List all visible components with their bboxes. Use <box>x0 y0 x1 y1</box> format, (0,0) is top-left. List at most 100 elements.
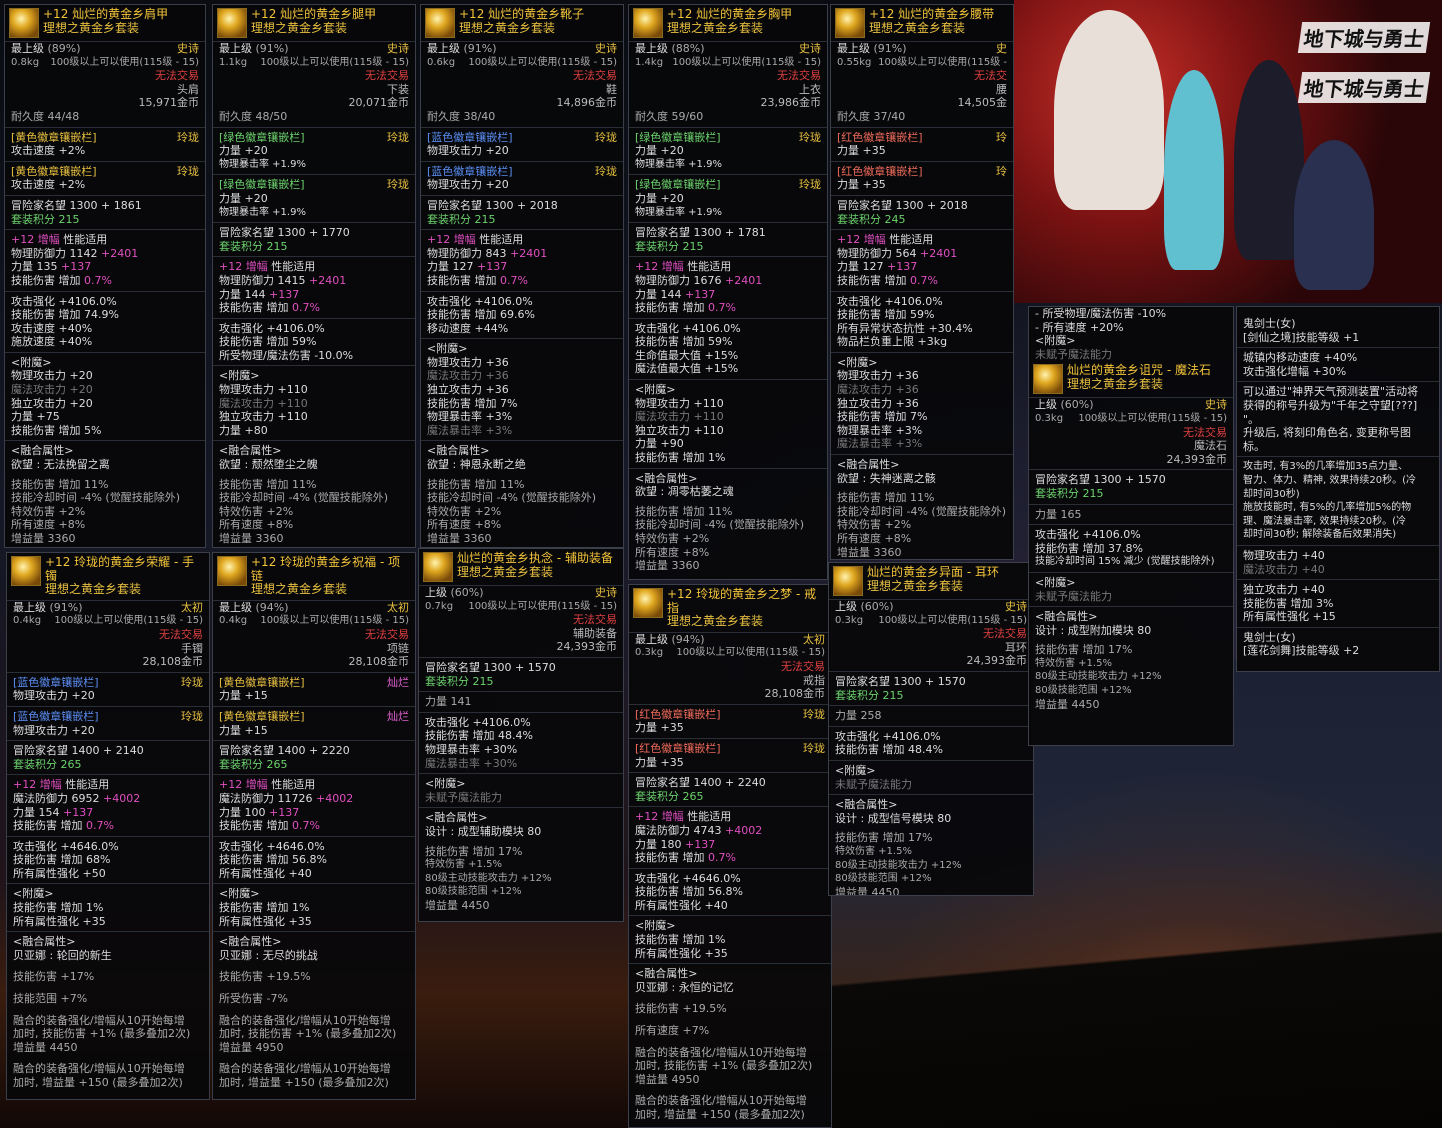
stat: 所有属性强化 +50 <box>13 866 106 880</box>
set-points: 套装积分 215 <box>427 212 496 226</box>
slot-tag: 玲珑 <box>177 130 199 144</box>
fame: 冒险家名望 1400 + 2240 <box>635 776 766 790</box>
stat-bonus: 0.7% <box>86 819 114 833</box>
fusion-stat: 特效伤害 +1.5% <box>835 845 912 857</box>
enchant-header: <附魔> <box>1035 575 1076 589</box>
fusion-stat: 技能冷却时间 -4% (觉醒技能除外) <box>219 491 388 505</box>
tooltip-magic-stone[interactable]: - 所受物理/魔法伤害 -10% - 所有速度 +20% <附魔> 未赋予魔法能… <box>1028 306 1234 746</box>
weight: 0.3kg <box>835 614 864 626</box>
slot-label: [红色徽章镶嵌栏] <box>635 741 721 755</box>
stat: 力量 100 <box>219 805 266 819</box>
item-title: 灿烂的黄金乡异面 - 耳环 <box>867 565 999 579</box>
stat: 攻击强化 +4106.0% <box>425 715 531 729</box>
set-name: 理想之黄金乡套装 <box>45 582 142 597</box>
description: 攻击时, 有3%的几率增加35点力量、 <box>1243 461 1408 473</box>
fusion-name: 设计 : 成型信号模块 80 <box>835 811 952 825</box>
slot-label: [红色徽章镶嵌栏] <box>635 707 721 721</box>
slot-label: [红色徽章镶嵌栏] <box>837 130 923 144</box>
stat: 力量 144 <box>635 287 682 301</box>
enchant: 所有属性强化 +35 <box>635 946 728 960</box>
weight: 0.3kg <box>1035 412 1064 424</box>
set-name: 理想之黄金乡套装 <box>667 614 764 629</box>
grade-pct: (88%) <box>671 42 705 55</box>
amp-desc: 性能适用 <box>65 778 110 792</box>
fame: 冒险家名望 1400 + 2140 <box>13 744 144 758</box>
slot-value: 力量 +15 <box>219 689 268 703</box>
stat-bonus: +137 <box>887 260 918 274</box>
grade-pct: (94%) <box>671 632 705 646</box>
enchant-header: <附魔> <box>11 355 52 369</box>
tooltip-ring[interactable]: +12 玲珑的黄金乡之梦 - 戒指 理想之黄金乡套装 最上级 (94%) 太初 0.… <box>628 584 832 1128</box>
tooltip-chest[interactable]: +12 灿烂的黄金乡胸甲 理想之黄金乡套装 最上级 (88%) 史诗 1.4kg 10… <box>628 4 828 580</box>
stat: 力量 180 <box>635 837 682 851</box>
slot-label: [绿色徽章镶嵌栏] <box>635 178 721 192</box>
fusion-stat: 特效伤害 +1.5% <box>425 859 502 871</box>
stat-bonus: +4002 <box>316 791 354 805</box>
amp-desc: 性能适用 <box>63 233 108 247</box>
grade-pct: (91%) <box>255 42 289 55</box>
level-req: 100级以上可以使用(115级 - 15) <box>676 647 825 659</box>
fusion-stat: 所有速度 +8% <box>219 518 294 532</box>
description: 却时间30秒) <box>1243 488 1300 500</box>
slot-label: [黄色徽章镶嵌栏] <box>11 164 97 178</box>
fusion-header: <融合属性> <box>13 935 76 949</box>
amp-label: +12 增幅 <box>427 233 476 247</box>
stat: 攻击强化 +4106.0% <box>427 294 533 308</box>
enchant-header: <附魔> <box>635 919 676 933</box>
slot-value: 力量 +35 <box>635 721 684 735</box>
tooltip-title-item[interactable]: 鬼剑士(女) [剑仙之境]技能等级 +1 城镇内移动速度 +40% 攻击强化增幅… <box>1236 306 1440 672</box>
fusion-stat: 增益量 4950 <box>635 1072 700 1086</box>
rarity: 史诗 <box>1205 398 1227 412</box>
fusion-stat: 融合的装备强化/增幅从10开始每增 <box>13 1062 185 1076</box>
stat: 力量 165 <box>1035 507 1082 521</box>
slot-label: [蓝色徽章镶嵌栏] <box>13 675 99 689</box>
item-title: +12 灿烂的黄金乡靴子 <box>459 7 585 21</box>
grade-pct: (94%) <box>255 600 289 614</box>
slot-tag: 玲 <box>996 164 1007 178</box>
item-title: +12 灿烂的黄金乡腿甲 <box>251 7 377 21</box>
level-req: 100级以上可以使用(115级 - 15) <box>50 56 199 68</box>
stat-bonus: +4002 <box>103 791 141 805</box>
description: 智力、体力、精神, 效果持续20秒。(冷 <box>1243 474 1416 486</box>
enchant-header: <附魔> <box>837 355 878 369</box>
slot-value: 力量 +35 <box>837 178 886 192</box>
stat: 所受物理/魔法伤害 -10.0% <box>219 348 354 362</box>
set-name: 理想之黄金乡套装 <box>869 20 966 35</box>
enchant: 独立攻击力 +36 <box>427 383 509 397</box>
slot-tag: 玲珑 <box>181 709 203 723</box>
trade-status: 无法交易 <box>365 627 409 641</box>
durability: 耐久度 38/40 <box>427 109 496 123</box>
trade-status: 无法交易 <box>155 69 199 83</box>
set-points: 套装积分 265 <box>635 789 704 803</box>
tooltip-shoulder[interactable]: +12 灿烂的黄金乡肩甲 理想之黄金乡套装 最上级 (89%) 史诗 0.8kg 10… <box>4 4 206 548</box>
enchant: 所有属性强化 +35 <box>13 914 106 928</box>
tooltip-necklace[interactable]: +12 玲珑的黄金乡祝福 - 项链 理想之黄金乡套装 最上级 (94%) 太初 0.… <box>212 552 416 1100</box>
set-points: 套装积分 215 <box>425 674 494 688</box>
stat-bonus: 0.7% <box>910 273 938 287</box>
tooltip-boots[interactable]: +12 灿烂的黄金乡靴子 理想之黄金乡套装 最上级 (91%) 史诗 0.6kg 10… <box>420 4 624 548</box>
fusion-name: 贝亚娜 : 永恒的记忆 <box>635 980 734 994</box>
tooltip-belt[interactable]: +12 灿烂的黄金乡腰带 理想之黄金乡套装 最上级 (91%) 史 0.55kg 10… <box>830 4 1014 560</box>
tooltip-bracelet[interactable]: +12 玲珑的黄金乡荣耀 - 手镯 理想之黄金乡套装 最上级 (91%) 太初 0.… <box>6 552 210 1100</box>
tooltip-earring[interactable]: 灿烂的黄金乡异面 - 耳环 理想之黄金乡套装 上级 (60%) 史诗 0.3kg 10… <box>828 562 1034 896</box>
fusion-stat: 80级主动技能攻击力 +12% <box>1035 671 1162 683</box>
slot-value: 力量 +20 <box>635 191 684 205</box>
stat-bonus: +2401 <box>725 273 763 287</box>
skill-bonus: [莲花剑舞]技能等级 +2 <box>1243 644 1360 658</box>
item-title: +12 玲珑的黄金乡荣耀 - 手镯 <box>45 555 195 583</box>
stat: 攻击强化 +4106.0% <box>837 294 943 308</box>
item-title: +12 玲珑的黄金乡之梦 - 戒指 <box>667 587 817 615</box>
weight: 0.55kg <box>837 56 872 68</box>
weight: 0.4kg <box>13 615 42 627</box>
stat: 技能伤害 增加 56.8% <box>219 853 327 867</box>
slot-label: [红色徽章镶嵌栏] <box>837 164 923 178</box>
durability: 耐久度 48/50 <box>219 109 288 123</box>
tooltip-support-equipment[interactable]: 灿烂的黄金乡执念 - 辅助装备 理想之黄金乡套装 上级 (60%) 史诗 0.7kg… <box>418 548 624 922</box>
set-points: 套装积分 265 <box>13 757 82 771</box>
fame: 冒险家名望 1300 + 1770 <box>219 226 350 240</box>
slot: 上衣 <box>799 82 821 96</box>
amp-desc: 性能适用 <box>687 810 732 824</box>
fusion-header: <融合属性> <box>219 935 282 949</box>
description: 标。 <box>1243 439 1265 453</box>
tooltip-legs[interactable]: +12 灿烂的黄金乡腿甲 理想之黄金乡套装 最上级 (91%) 史诗 1.1kg 10… <box>212 4 416 548</box>
